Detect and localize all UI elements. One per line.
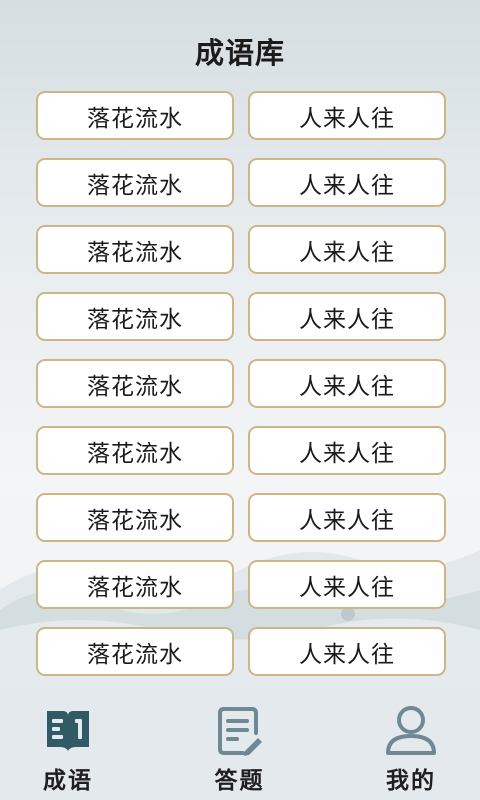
page-title: 成语库 (194, 36, 285, 70)
idiom-button[interactable]: 落花流水 (36, 493, 234, 542)
bottom-navigation: 成语 答题 我的 (0, 686, 480, 800)
book-icon (47, 711, 89, 751)
idiom-button[interactable]: 人来人往 (248, 359, 446, 408)
idiom-grid: 落花流水 人来人往 落花流水 人来人往 落花流水 人来人往 落花流水 人来人往 … (36, 91, 448, 676)
nav-label-quiz: 答题 (214, 768, 265, 794)
nav-item-idioms[interactable]: 成语 (28, 686, 108, 800)
idiom-button[interactable]: 落花流水 (36, 158, 234, 207)
nav-item-profile[interactable]: 我的 (371, 686, 451, 800)
idiom-button[interactable]: 人来人往 (248, 225, 446, 274)
nav-label-profile: 我的 (386, 768, 436, 794)
idiom-button[interactable]: 人来人往 (248, 158, 446, 207)
nav-label-idioms: 成语 (43, 768, 93, 794)
idiom-button[interactable]: 落花流水 (36, 627, 234, 676)
idiom-button[interactable]: 落花流水 (36, 426, 234, 475)
nav-item-quiz[interactable]: 答题 (200, 686, 280, 800)
idiom-button[interactable]: 落花流水 (36, 91, 234, 140)
idiom-button[interactable]: 人来人往 (248, 560, 446, 609)
quiz-icon (217, 707, 262, 756)
idiom-button[interactable]: 落花流水 (36, 359, 234, 408)
idiom-button[interactable]: 人来人往 (248, 91, 446, 140)
idiom-button[interactable]: 人来人往 (248, 292, 446, 341)
idiom-button[interactable]: 落花流水 (36, 560, 234, 609)
idiom-button[interactable]: 落花流水 (36, 292, 234, 341)
idiom-button[interactable]: 人来人往 (248, 426, 446, 475)
idiom-button[interactable]: 人来人往 (248, 627, 446, 676)
idiom-button[interactable]: 落花流水 (36, 225, 234, 274)
idiom-button[interactable]: 人来人往 (248, 493, 446, 542)
person-icon (386, 706, 436, 755)
